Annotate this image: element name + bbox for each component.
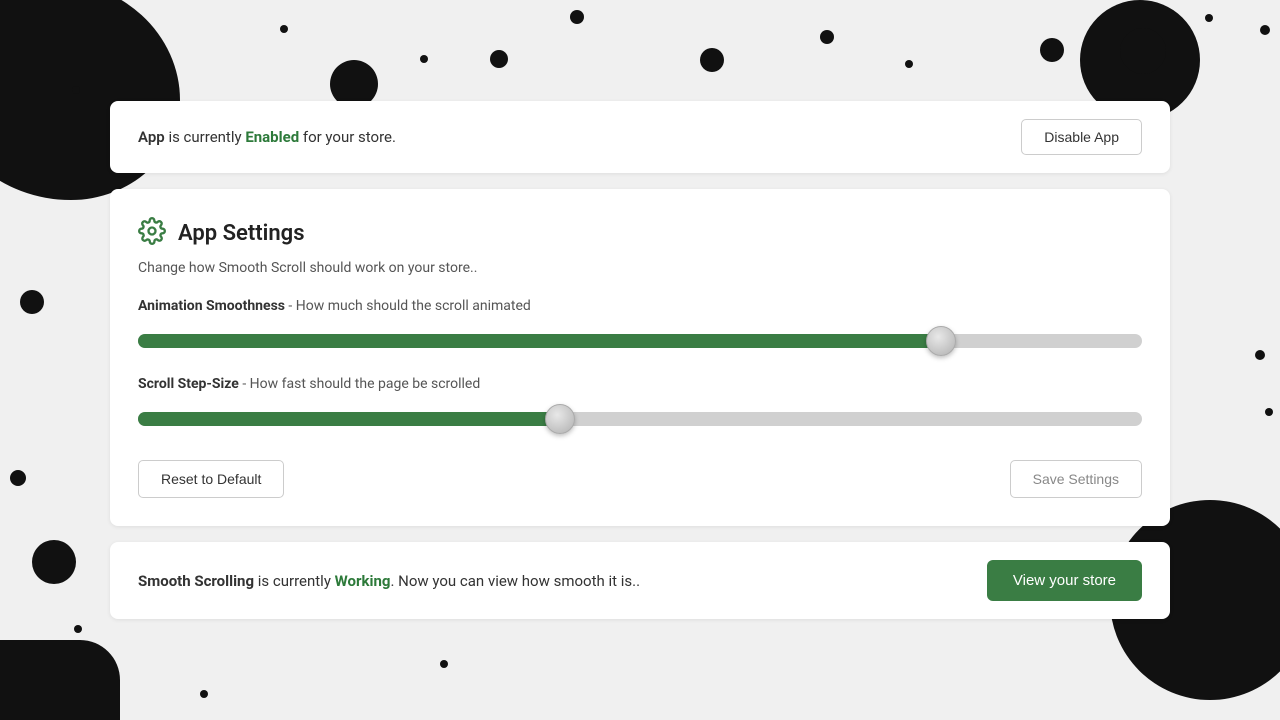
smoothness-label-desc: - How much should the scroll animated (285, 298, 531, 314)
save-settings-button[interactable]: Save Settings (1010, 460, 1142, 498)
smooth-scrolling-label: Smooth Scrolling (138, 572, 254, 590)
working-middle-text: is currently (254, 572, 335, 590)
status-suffix-text: for your store. (299, 128, 396, 146)
stepsize-slider-track (138, 412, 1142, 426)
settings-actions: Reset to Default Save Settings (138, 460, 1142, 498)
settings-panel: App Settings Change how Smooth Scroll sh… (110, 189, 1170, 526)
reset-to-default-button[interactable]: Reset to Default (138, 460, 284, 498)
working-badge: Working (335, 572, 391, 590)
content-wrapper: App is currently Enabled for your store.… (0, 0, 1280, 720)
stepsize-slider-container (138, 402, 1142, 436)
app-status-panel: App is currently Enabled for your store.… (110, 101, 1170, 173)
enabled-badge: Enabled (245, 128, 299, 146)
smoothness-label-title: Animation Smoothness (138, 298, 285, 314)
working-status-panel: Smooth Scrolling is currently Working. N… (110, 542, 1170, 619)
smoothness-slider-track (138, 334, 1142, 348)
disable-app-button[interactable]: Disable App (1021, 119, 1142, 155)
gear-icon (138, 217, 166, 250)
settings-header: App Settings (138, 217, 1142, 250)
status-middle-text: is currently (165, 128, 246, 146)
view-your-store-button[interactable]: View your store (987, 560, 1142, 601)
settings-title: App Settings (178, 221, 305, 246)
stepsize-label-title: Scroll Step-Size (138, 376, 239, 392)
panels-container: App is currently Enabled for your store.… (110, 101, 1170, 619)
working-suffix-text: . Now you can view how smooth it is.. (390, 572, 640, 590)
smoothness-setting-row: Animation Smoothness - How much should t… (138, 298, 1142, 358)
smoothness-slider-container (138, 324, 1142, 358)
settings-subtitle: Change how Smooth Scroll should work on … (138, 260, 1142, 276)
stepsize-label-desc: - How fast should the page be scrolled (239, 376, 480, 392)
smoothness-label: Animation Smoothness - How much should t… (138, 298, 1142, 314)
stepsize-label: Scroll Step-Size - How fast should the p… (138, 376, 1142, 392)
app-label: App (138, 128, 165, 146)
working-status-text: Smooth Scrolling is currently Working. N… (138, 572, 640, 590)
stepsize-setting-row: Scroll Step-Size - How fast should the p… (138, 376, 1142, 436)
app-status-text: App is currently Enabled for your store. (138, 128, 396, 146)
